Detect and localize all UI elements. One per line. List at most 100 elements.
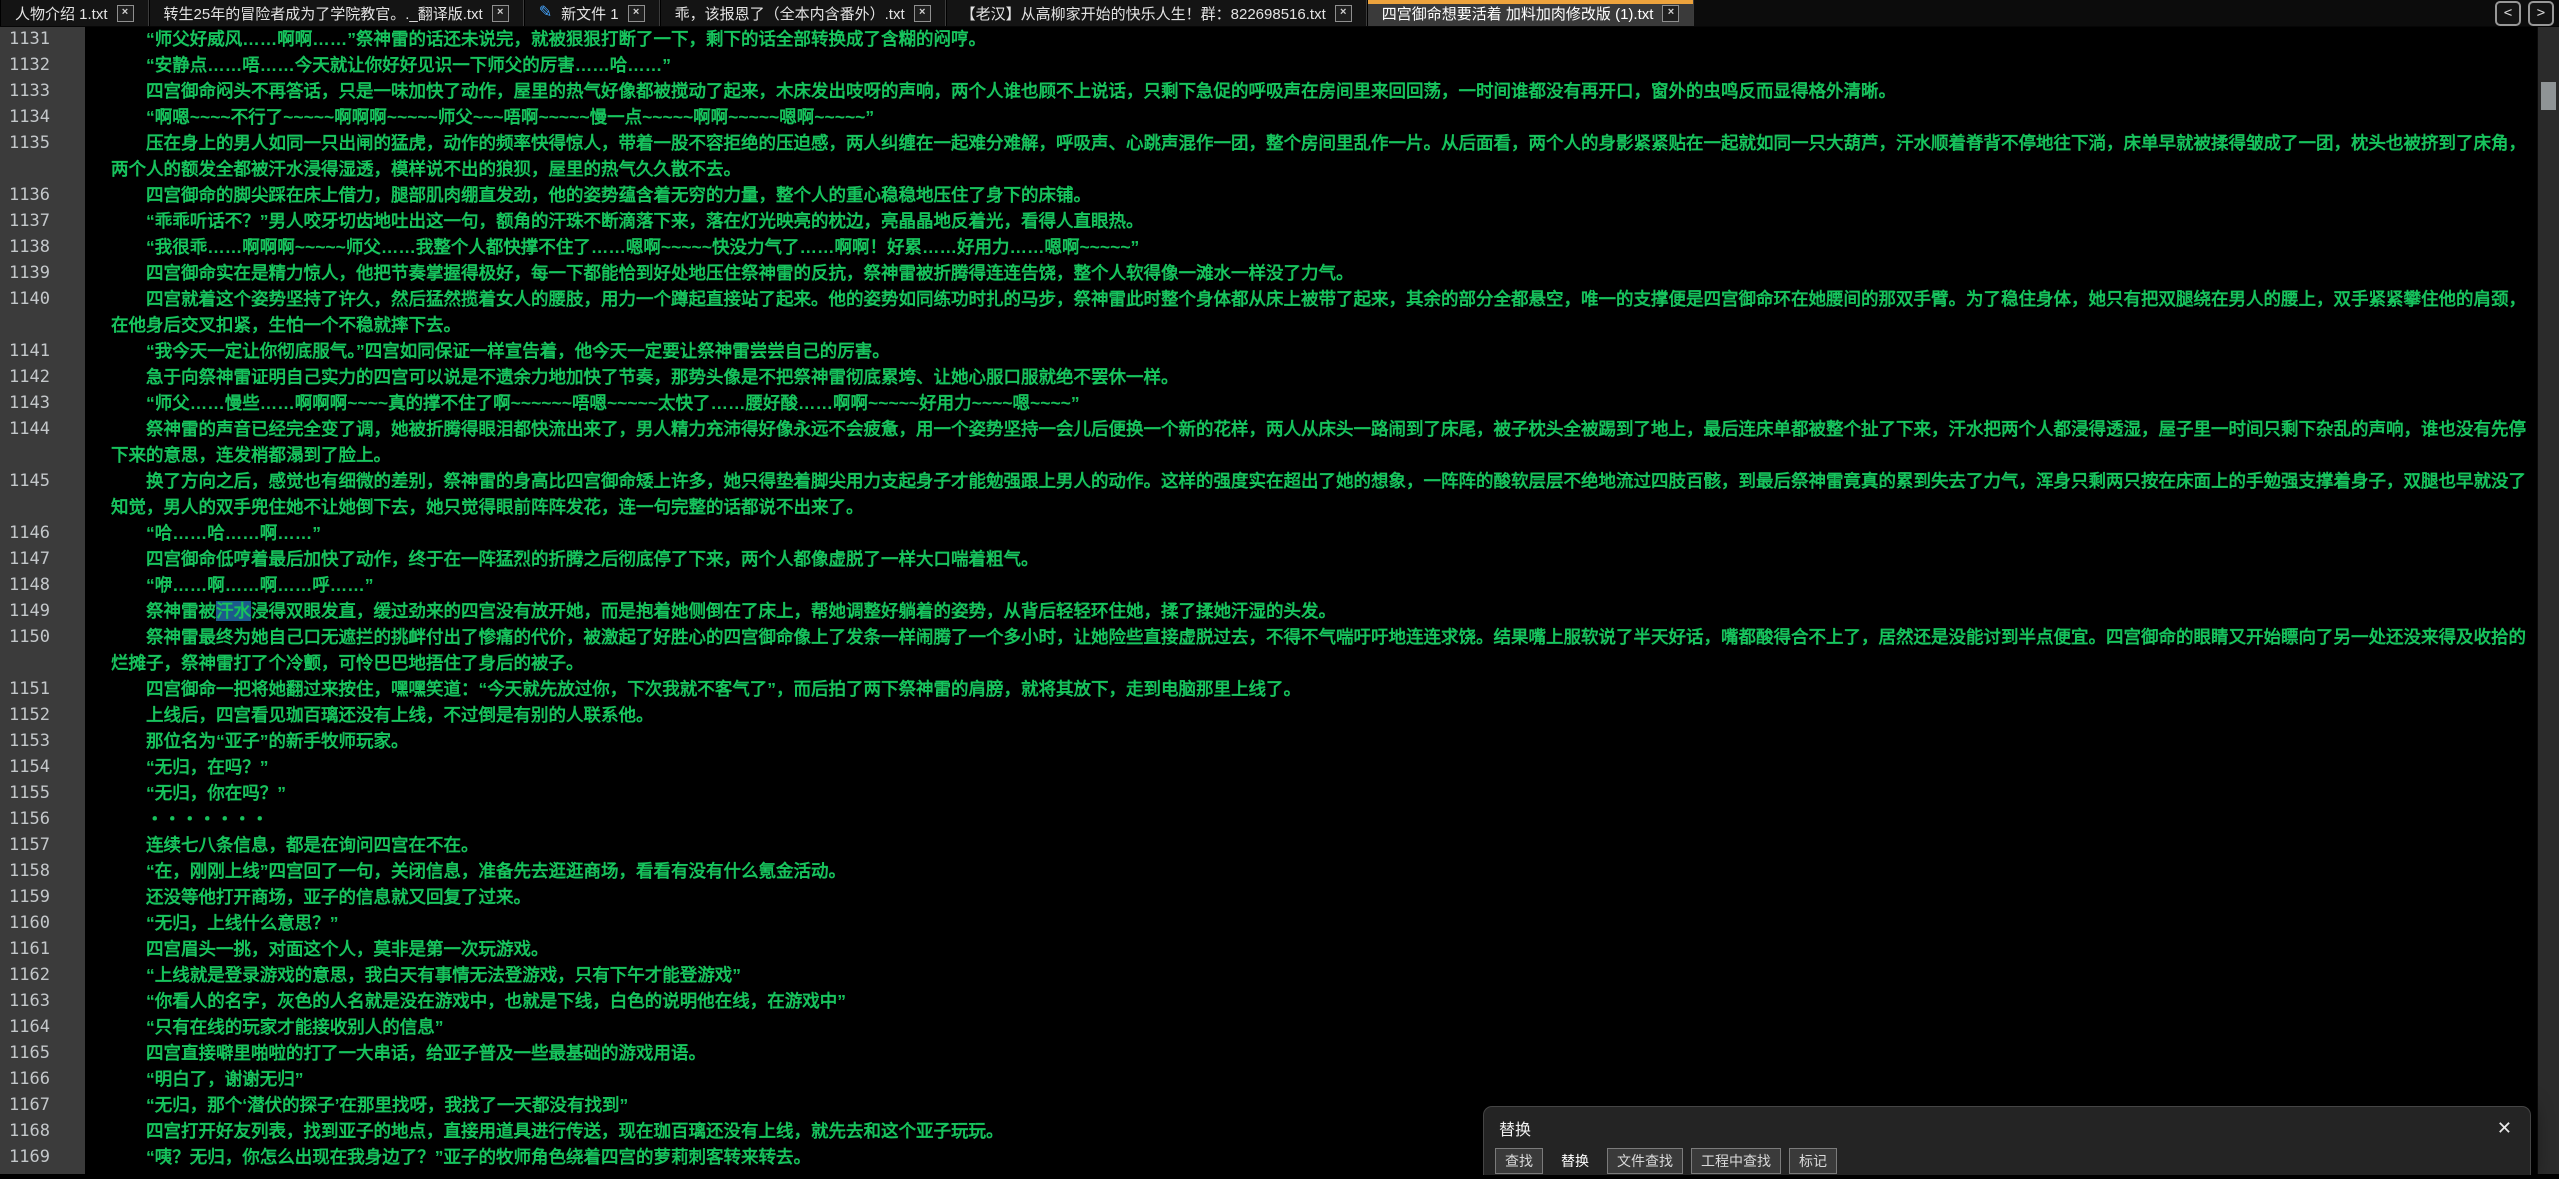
line-number[interactable]: 1154	[0, 754, 85, 780]
line-number[interactable]: 1148	[0, 572, 85, 598]
line-number[interactable]: 1143	[0, 390, 85, 416]
close-icon[interactable]: ✕	[2497, 1119, 2512, 1137]
line-text[interactable]: ・・・・・・・	[85, 806, 2538, 832]
line-text[interactable]: 四宫御命的脚尖踩在床上借力，腿部肌肉绷直发劲，他的姿势蕴含着无穷的力量，整个人的…	[85, 182, 2538, 208]
replace-panel-tab[interactable]: 工程中查找	[1691, 1148, 1781, 1174]
line-number[interactable]: 1131	[0, 26, 85, 52]
line-text[interactable]: “只有在线的玩家才能接收别人的信息”	[85, 1014, 2538, 1040]
line-number[interactable]: 1166	[0, 1066, 85, 1092]
tab-file[interactable]: ✎新文件 1×	[524, 0, 660, 26]
line-number[interactable]: 1157	[0, 832, 85, 858]
line-text[interactable]: “明白了，谢谢无归”	[85, 1066, 2538, 1092]
line-text[interactable]: 四宫御命低哼着最后加快了动作，终于在一阵猛烈的折腾之后彻底停了下来，两个人都像虚…	[85, 546, 2538, 572]
tab-file[interactable]: 【老汉】从高柳家开始的快乐人生！群：822698516.txt×	[946, 0, 1367, 26]
line-number[interactable]: 1150	[0, 624, 85, 650]
tab-close-icon[interactable]: ×	[1662, 5, 1679, 22]
line-number[interactable]: 1144	[0, 416, 85, 442]
line-text[interactable]: 祭神雷最终为她自己口无遮拦的挑衅付出了惨痛的代价，被激起了好胜心的四宫御命像上了…	[85, 624, 2538, 676]
line-text[interactable]: “我今天一定让你彻底服气。”四宫如同保证一样宣告着，他今天一定要让祭神雷尝尝自己…	[85, 338, 2538, 364]
line-text[interactable]: 上线后，四宫看见珈百璃还没有上线，不过倒是有别的人联系他。	[85, 702, 2538, 728]
line-number[interactable]: 1169	[0, 1144, 85, 1170]
line-text[interactable]: 急于向祭神雷证明自己实力的四宫可以说是不遗余力地加快了节奏，那势头像是不把祭神雷…	[85, 364, 2538, 390]
tab-scroll-right-button[interactable]: >	[2528, 1, 2554, 26]
line-text[interactable]: 还没等他打开商场，亚子的信息就又回复了过来。	[85, 884, 2538, 910]
line-text[interactable]: 祭神雷被汗水浸得双眼发直，缓过劲来的四宫没有放开她，而是抱着她侧倒在了床上，帮她…	[85, 598, 2538, 624]
line-number[interactable]: 1158	[0, 858, 85, 884]
line-number[interactable]: 1168	[0, 1118, 85, 1144]
line-number[interactable]: 1135	[0, 130, 85, 156]
line-text[interactable]: 四宫御命实在是精力惊人，他把节奏掌握得极好，每一下都能恰到好处地压住祭神雷的反抗…	[85, 260, 2538, 286]
replace-panel-tab[interactable]: 替换	[1551, 1148, 1599, 1174]
line-text[interactable]: “我很乖……啊啊啊~~~~~师父……我整个人都快撑不住了……嗯啊~~~~~快没力…	[85, 234, 2538, 260]
line-text[interactable]: “无归，在吗？”	[85, 754, 2538, 780]
line-number[interactable]: 1160	[0, 910, 85, 936]
line-number[interactable]: 1137	[0, 208, 85, 234]
tab-file[interactable]: 转生25年的冒险者成为了学院教官。._翻译版.txt×	[149, 0, 524, 26]
line-number[interactable]: 1167	[0, 1092, 85, 1118]
tab-file[interactable]: 人物介绍 1.txt×	[0, 0, 149, 26]
editor-area[interactable]: 1131 “师父好威风……啊啊……”祭神雷的话还未说完，就被狠狠打断了一下，剩下…	[0, 26, 2538, 1174]
line-text[interactable]: 压在身上的男人如同一只出闸的猛虎，动作的频率快得惊人，带着一股不容拒绝的压迫感，…	[85, 130, 2538, 182]
line-text[interactable]: “上线就是登录游戏的意思，我白天有事情无法登游戏，只有下午才能登游戏”	[85, 962, 2538, 988]
line-number[interactable]: 1147	[0, 546, 85, 572]
tab-file[interactable]: 四宫御命想要活着 加料加肉修改版 (1).txt×	[1367, 0, 1695, 26]
line-text[interactable]: “无归，上线什么意思？”	[85, 910, 2538, 936]
line-text[interactable]: 祭神雷的声音已经完全变了调，她被折腾得眼泪都快流出来了，男人精力充沛得好像永远不…	[85, 416, 2538, 468]
line-number[interactable]: 1152	[0, 702, 85, 728]
line-text[interactable]: 那位名为“亚子”的新手牧师玩家。	[85, 728, 2538, 754]
line-text[interactable]: 四宫御命闷头不再答话，只是一味加快了动作，屋里的热气好像都被搅动了起来，木床发出…	[85, 78, 2538, 104]
tab-file[interactable]: 乖，该报恩了（全本内含番外）.txt×	[660, 0, 946, 26]
tab-scroll-left-button[interactable]: <	[2495, 1, 2521, 26]
line-number[interactable]: 1149	[0, 598, 85, 624]
line-text[interactable]: 换了方向之后，感觉也有细微的差别，祭神雷的身高比四宫御命矮上许多，她只得垫着脚尖…	[85, 468, 2538, 520]
line-number[interactable]: 1164	[0, 1014, 85, 1040]
line-text[interactable]: 四宫眉头一挑，对面这个人，莫非是第一次玩游戏。	[85, 936, 2538, 962]
line-number[interactable]: 1151	[0, 676, 85, 702]
line-number[interactable]: 1140	[0, 286, 85, 312]
tab-close-icon[interactable]: ×	[117, 5, 134, 22]
line-number[interactable]: 1156	[0, 806, 85, 832]
tab-close-icon[interactable]: ×	[628, 5, 645, 22]
line-text[interactable]: 四宫就着这个姿势坚持了许久，然后猛然揽着女人的腰肢，用力一个蹲起直接站了起来。他…	[85, 286, 2538, 338]
line-text[interactable]: 四宫御命一把将她翻过来按住，嘿嘿笑道：“今天就先放过你，下次我就不客气了”，而后…	[85, 676, 2538, 702]
line-text[interactable]: “你看人的名字，灰色的人名就是没在游戏中，也就是下线，白色的说明他在线，在游戏中…	[85, 988, 2538, 1014]
line-number[interactable]: 1136	[0, 182, 85, 208]
tab-close-icon[interactable]: ×	[492, 5, 509, 22]
line-number[interactable]: 1162	[0, 962, 85, 988]
line-number[interactable]: 1163	[0, 988, 85, 1014]
line-text[interactable]: “无归，你在吗？”	[85, 780, 2538, 806]
line-number[interactable]: 1145	[0, 468, 85, 494]
scrollbar-thumb[interactable]	[2541, 82, 2556, 110]
line-number[interactable]: 1132	[0, 52, 85, 78]
line-number[interactable]: 1159	[0, 884, 85, 910]
editor-line: 1143 “师父……慢些……啊啊啊~~~~真的撑不住了啊~~~~~~唔嗯~~~~…	[0, 390, 2538, 416]
line-number[interactable]: 1142	[0, 364, 85, 390]
line-number[interactable]: 1153	[0, 728, 85, 754]
line-text[interactable]: “咿……啊……啊……呼……”	[85, 572, 2538, 598]
tab-close-icon[interactable]: ×	[914, 5, 931, 22]
line-text[interactable]: “啊嗯~~~~不行了~~~~~啊啊啊~~~~~师父~~~唔啊~~~~~慢一点~~…	[85, 104, 2538, 130]
editor-line: 1159 还没等他打开商场，亚子的信息就又回复了过来。	[0, 884, 2538, 910]
line-number[interactable]: 1139	[0, 260, 85, 286]
line-text[interactable]: “师父好威风……啊啊……”祭神雷的话还未说完，就被狠狠打断了一下，剩下的话全部转…	[85, 26, 2538, 52]
replace-panel-tab[interactable]: 查找	[1495, 1148, 1543, 1174]
line-text[interactable]: “安静点……唔……今天就让你好好见识一下师父的厉害……哈……”	[85, 52, 2538, 78]
line-number[interactable]: 1165	[0, 1040, 85, 1066]
line-number[interactable]: 1161	[0, 936, 85, 962]
line-text[interactable]: 连续七八条信息，都是在询问四宫在不在。	[85, 832, 2538, 858]
line-text[interactable]: “师父……慢些……啊啊啊~~~~真的撑不住了啊~~~~~~唔嗯~~~~~太快了……	[85, 390, 2538, 416]
line-number[interactable]: 1141	[0, 338, 85, 364]
replace-panel-tab[interactable]: 文件查找	[1607, 1148, 1683, 1174]
line-number[interactable]: 1155	[0, 780, 85, 806]
line-number[interactable]: 1133	[0, 78, 85, 104]
line-text[interactable]: 四宫直接噼里啪啦的打了一大串话，给亚子普及一些最基础的游戏用语。	[85, 1040, 2538, 1066]
replace-panel-tab[interactable]: 标记	[1789, 1148, 1837, 1174]
line-text[interactable]: “哈……哈……啊……”	[85, 520, 2538, 546]
line-number[interactable]: 1138	[0, 234, 85, 260]
line-text[interactable]: “在，刚刚上线”四宫回了一句，关闭信息，准备先去逛逛商场，看看有没有什么氪金活动…	[85, 858, 2538, 884]
vertical-scrollbar[interactable]	[2537, 26, 2559, 1174]
line-number[interactable]: 1146	[0, 520, 85, 546]
tab-close-icon[interactable]: ×	[1335, 5, 1352, 22]
line-number[interactable]: 1134	[0, 104, 85, 130]
line-text[interactable]: “乖乖听话不？”男人咬牙切齿地吐出这一句，额角的汗珠不断滴落下来，落在灯光映亮的…	[85, 208, 2538, 234]
